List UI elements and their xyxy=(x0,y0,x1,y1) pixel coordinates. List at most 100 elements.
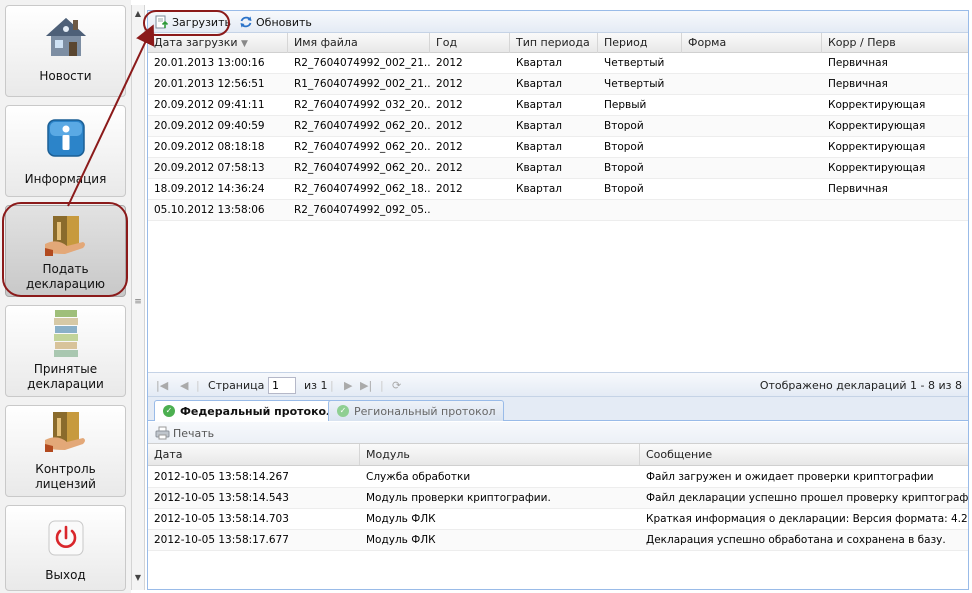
table-cell: 20.09.2012 09:41:11 xyxy=(154,99,265,111)
table-row[interactable]: 20.01.2013 13:00:16 R2_7604074992_002_21.… xyxy=(148,53,968,74)
table-cell: R2_7604074992_062_20... xyxy=(294,162,430,174)
tab-regional-protocol[interactable]: ✓ Региональный протокол xyxy=(328,400,505,421)
table-row[interactable]: 20.09.2012 08:18:18 R2_7604074992_062_20.… xyxy=(148,137,968,158)
table-cell: R2_7604074992_032_20... xyxy=(294,99,430,111)
nav-accepted-declarations-button[interactable]: Принятые декларации xyxy=(5,305,126,397)
table-cell: R2_7604074992_062_20... xyxy=(294,120,430,132)
table-cell: 2012-10-05 13:58:14.703 xyxy=(154,513,289,525)
column-header-period-type[interactable]: Тип периода xyxy=(510,33,598,53)
table-cell: 2012 xyxy=(436,78,463,90)
table-cell: Второй xyxy=(604,120,644,132)
table-cell: Первичная xyxy=(828,78,888,90)
print-button[interactable]: Печать xyxy=(152,424,217,442)
table-cell: Модуль ФЛК xyxy=(366,513,436,525)
table-cell: Первый xyxy=(604,99,647,111)
table-cell: Квартал xyxy=(516,162,563,174)
table-cell xyxy=(682,137,822,157)
table-cell: Второй xyxy=(604,183,644,195)
printer-icon xyxy=(155,426,170,440)
print-button-label: Печать xyxy=(173,426,215,440)
power-icon xyxy=(48,520,83,556)
table-row[interactable]: 18.09.2012 14:36:24 R2_7604074992_062_18.… xyxy=(148,179,968,200)
check-circle-icon: ✓ xyxy=(337,405,349,417)
table-cell: 2012 xyxy=(436,141,463,153)
table-cell: Краткая информация о декларации: Версия … xyxy=(646,513,968,525)
table-cell: 2012 xyxy=(436,183,463,195)
table-row[interactable]: 20.09.2012 09:41:11 R2_7604074992_032_20.… xyxy=(148,95,968,116)
paging-separator: | xyxy=(196,379,200,392)
table-row[interactable]: 20.01.2013 12:56:51 R1_7604074992_002_21.… xyxy=(148,74,968,95)
table-cell xyxy=(598,200,682,220)
table-cell: 2012-10-05 13:58:17.677 xyxy=(154,534,289,546)
column-header-year[interactable]: Год xyxy=(430,33,510,53)
refresh-button[interactable]: Обновить xyxy=(236,13,315,31)
license-control-icon xyxy=(44,412,85,452)
table-cell: 2012 xyxy=(436,162,463,174)
table-cell xyxy=(682,179,822,199)
table-cell: Квартал xyxy=(516,120,563,132)
table-cell: 20.09.2012 09:40:59 xyxy=(154,120,265,132)
splitter-grip-icon[interactable]: ≡ xyxy=(132,297,144,307)
first-page-icon[interactable]: |◀ xyxy=(156,373,168,398)
table-cell: Квартал xyxy=(516,99,563,111)
table-row[interactable]: 05.10.2012 13:58:06 R2_7604074992_092_05.… xyxy=(148,200,968,221)
table-cell: Квартал xyxy=(516,57,563,69)
table-row[interactable]: 20.09.2012 07:58:13 R2_7604074992_062_20.… xyxy=(148,158,968,179)
column-header-module[interactable]: Модуль xyxy=(360,444,640,465)
paging-separator: | xyxy=(380,379,384,392)
table-cell: Модуль ФЛК xyxy=(366,534,436,546)
table-row[interactable]: 20.09.2012 09:40:59 R2_7604074992_062_20.… xyxy=(148,116,968,137)
tab-federal-protocol[interactable]: ✓ Федеральный протокол xyxy=(154,400,344,421)
check-circle-icon: ✓ xyxy=(163,405,175,417)
table-cell: Второй xyxy=(604,162,644,174)
info-icon xyxy=(46,119,85,157)
tab-federal-protocol-label: Федеральный протокол xyxy=(180,404,335,418)
paging-refresh-icon[interactable]: ⟳ xyxy=(392,373,401,398)
nav-license-control-button[interactable]: Контроль лицензий xyxy=(5,405,126,497)
column-header-corr-prim[interactable]: Корр / Перв xyxy=(822,33,968,53)
table-cell: 20.09.2012 08:18:18 xyxy=(154,141,265,153)
table-cell xyxy=(682,95,822,115)
protocol-toolbar: Печать xyxy=(148,422,968,444)
nav-exit-label: Выход xyxy=(45,568,86,582)
table-cell: Первичная xyxy=(828,183,888,195)
paging-separator: | xyxy=(330,379,334,392)
nav-submit-declaration-button[interactable]: Подать декларацию xyxy=(5,205,126,297)
column-header-upload-date[interactable]: Дата загрузки ▼ xyxy=(148,33,288,53)
table-cell: 20.01.2013 12:56:51 xyxy=(154,78,265,90)
protocol-grid-body: 2012-10-05 13:58:14.267 Служба обработки Ф… xyxy=(148,467,968,551)
next-page-icon[interactable]: ▶ xyxy=(344,373,352,398)
scroll-down-arrow-icon[interactable]: ▼ xyxy=(132,571,144,585)
table-row[interactable]: 2012-10-05 13:58:14.267 Служба обработки Ф… xyxy=(148,467,968,488)
last-page-icon[interactable]: ▶| xyxy=(360,373,372,398)
page-number-input[interactable] xyxy=(268,377,296,394)
upload-button[interactable]: Загрузить xyxy=(152,13,234,31)
nav-news-button[interactable]: Новости xyxy=(5,5,126,97)
table-row[interactable]: 2012-10-05 13:58:14.703 Модуль ФЛК Краткая… xyxy=(148,509,968,530)
paging-summary: Отображено деклараций 1 - 8 из 8 xyxy=(759,379,962,392)
table-cell: 2012-10-05 13:58:14.267 xyxy=(154,471,289,483)
sidebar: Новости Информация Подать декларацию При… xyxy=(0,0,131,593)
column-header-date[interactable]: Дата xyxy=(148,444,360,465)
scroll-up-arrow-icon[interactable]: ▲ xyxy=(132,7,144,21)
table-row[interactable]: 2012-10-05 13:58:14.543 Модуль проверки к… xyxy=(148,488,968,509)
table-cell: 2012 xyxy=(436,120,463,132)
table-cell xyxy=(822,200,968,220)
nav-exit-button[interactable]: Выход xyxy=(5,505,126,591)
sidebar-scrollbar[interactable]: ▲ ≡ ▼ xyxy=(131,5,145,590)
column-header-form[interactable]: Форма xyxy=(682,33,822,53)
table-cell: Корректирующая xyxy=(828,162,926,174)
declarations-grid-body: 20.01.2013 13:00:16 R2_7604074992_002_21.… xyxy=(148,53,968,221)
table-row[interactable]: 2012-10-05 13:58:17.677 Модуль ФЛК Деклара… xyxy=(148,530,968,551)
table-cell: Квартал xyxy=(516,141,563,153)
table-cell: Четвертый xyxy=(604,57,665,69)
nav-info-button[interactable]: Информация xyxy=(5,105,126,197)
column-header-period[interactable]: Период xyxy=(598,33,682,53)
table-cell: 18.09.2012 14:36:24 xyxy=(154,183,265,195)
declarations-grid-header: Дата загрузки ▼ Имя файла Год Тип период… xyxy=(148,33,968,53)
column-header-file-name[interactable]: Имя файла xyxy=(288,33,430,53)
upload-button-label: Загрузить xyxy=(172,15,231,29)
table-cell: Корректирующая xyxy=(828,141,926,153)
column-header-message[interactable]: Сообщение xyxy=(640,444,968,465)
prev-page-icon[interactable]: ◀ xyxy=(180,373,188,398)
